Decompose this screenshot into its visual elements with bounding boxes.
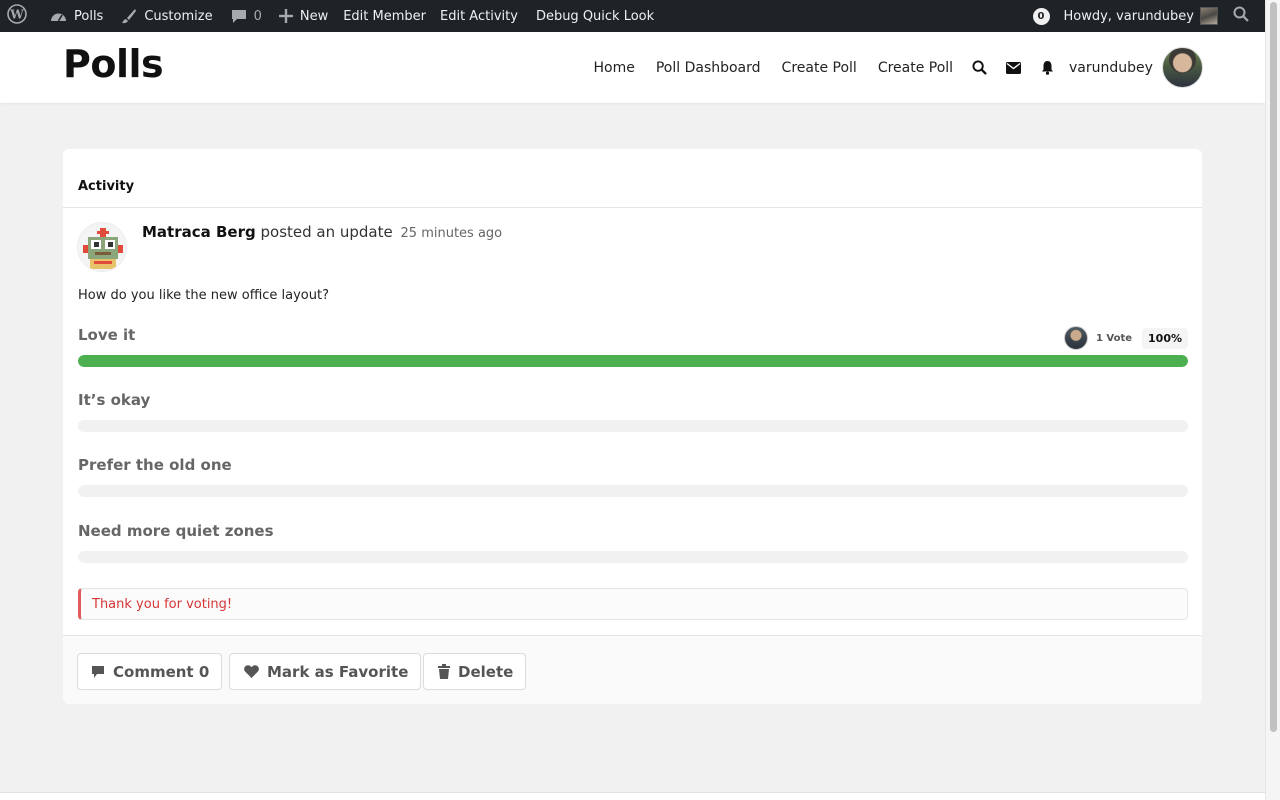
favorite-button[interactable]: Mark as Favorite xyxy=(229,653,422,690)
debug-quick-look-link[interactable]: Debug Quick Look xyxy=(529,0,661,32)
poll-option-label: It’s okay xyxy=(78,391,151,409)
comment-button-label: Comment 0 xyxy=(113,662,210,681)
poll-option[interactable]: Prefer the old one xyxy=(78,456,1188,500)
search-icon[interactable] xyxy=(962,60,996,75)
scrollbar-thumb[interactable] xyxy=(1270,2,1277,732)
favorite-button-label: Mark as Favorite xyxy=(267,662,409,681)
pixel-robot-avatar-icon xyxy=(78,223,126,271)
vote-bar xyxy=(78,485,1188,497)
vote-bar xyxy=(78,551,1188,563)
poll-option[interactable]: Love it 1 Vote 100% xyxy=(78,326,1188,370)
vote-bar xyxy=(78,420,1188,432)
brush-icon xyxy=(121,8,137,24)
nav-item-home[interactable]: Home xyxy=(594,60,635,76)
poll-option[interactable]: Need more quiet zones xyxy=(78,522,1188,566)
search-icon xyxy=(1233,6,1249,26)
my-account-menu[interactable]: Howdy, varundubey xyxy=(1063,0,1218,32)
admin-search[interactable] xyxy=(1226,0,1265,32)
admin-bar: W Polls Customize 0 New Edit Member Edit… xyxy=(0,0,1265,32)
new-content-menu[interactable]: New xyxy=(272,0,335,32)
card-title: Activity xyxy=(78,179,135,194)
heart-icon xyxy=(244,665,259,678)
comments-menu[interactable]: 0 xyxy=(224,0,269,32)
vote-percent: 100% xyxy=(1142,327,1188,349)
vote-info: 1 Vote 100% xyxy=(1063,326,1188,350)
primary-nav: Home Poll Dashboard Create Poll Create P… xyxy=(583,32,964,103)
poll-option-label: Need more quiet zones xyxy=(78,522,274,540)
nav-item-create-poll[interactable]: Create Poll xyxy=(782,60,857,76)
envelope-icon[interactable] xyxy=(996,61,1030,74)
author-avatar[interactable] xyxy=(77,222,127,272)
activity-time[interactable]: 25 minutes ago xyxy=(401,226,503,241)
edit-activity-link[interactable]: Edit Activity xyxy=(433,0,525,32)
site-name-menu[interactable]: Polls xyxy=(43,0,110,32)
page-scrollbar[interactable] xyxy=(1265,0,1280,800)
vote-count: 1 Vote xyxy=(1095,332,1133,344)
header-username[interactable]: varundubey xyxy=(1069,32,1153,103)
bell-icon[interactable] xyxy=(1030,60,1064,75)
customize-label: Customize xyxy=(144,8,213,24)
poll-option-label: Prefer the old one xyxy=(78,456,232,474)
wordpress-icon: W xyxy=(7,4,27,28)
activity-action: posted an update xyxy=(260,223,393,241)
divider xyxy=(63,207,1202,208)
poll-option-label: Love it xyxy=(78,326,136,344)
voter-avatar[interactable] xyxy=(1063,326,1088,350)
user-avatar[interactable] xyxy=(1162,47,1203,88)
page-footer-edge xyxy=(0,792,1265,800)
vote-bar-fill xyxy=(78,355,1188,367)
plus-icon xyxy=(278,9,293,23)
delete-button[interactable]: Delete xyxy=(423,653,527,690)
edit-member-link[interactable]: Edit Member xyxy=(336,0,433,32)
header-icons xyxy=(962,32,1064,103)
svg-text:W: W xyxy=(9,8,24,22)
poll-option[interactable]: It’s okay xyxy=(78,391,1188,435)
nav-item-create-poll-2[interactable]: Create Poll xyxy=(878,60,953,76)
activity-card: Activity Matraca Berg posted an update 2… xyxy=(63,149,1202,704)
notification-count-badge[interactable]: 0 xyxy=(1032,7,1050,25)
dashboard-icon xyxy=(50,9,67,23)
activity-actions: Comment 0 Mark as Favorite Delete xyxy=(63,635,1202,704)
site-header: Polls Home Poll Dashboard Create Poll Cr… xyxy=(0,32,1265,103)
vote-notice: Thank you for voting! xyxy=(78,588,1188,620)
comment-icon xyxy=(91,665,105,679)
vote-bar xyxy=(78,355,1188,367)
comment-button[interactable]: Comment 0 xyxy=(77,653,223,690)
customize-menu[interactable]: Customize xyxy=(114,0,219,32)
author-name[interactable]: Matraca Berg xyxy=(142,223,256,241)
comment-bubble-icon xyxy=(231,9,247,24)
comments-count: 0 xyxy=(253,8,262,24)
poll-question: How do you like the new office layout? xyxy=(78,288,329,303)
user-avatar-small xyxy=(1200,7,1218,25)
delete-button-label: Delete xyxy=(458,662,514,681)
wordpress-logo-menu[interactable]: W xyxy=(0,0,34,32)
trash-icon xyxy=(438,664,450,679)
nav-item-poll-dashboard[interactable]: Poll Dashboard xyxy=(656,60,761,76)
howdy-label: Howdy, varundubey xyxy=(1063,8,1195,24)
site-title[interactable]: Polls xyxy=(63,42,164,86)
activity-header: Matraca Berg posted an update 25 minutes… xyxy=(142,223,502,241)
site-name-label: Polls xyxy=(74,8,104,24)
new-label: New xyxy=(299,8,329,24)
